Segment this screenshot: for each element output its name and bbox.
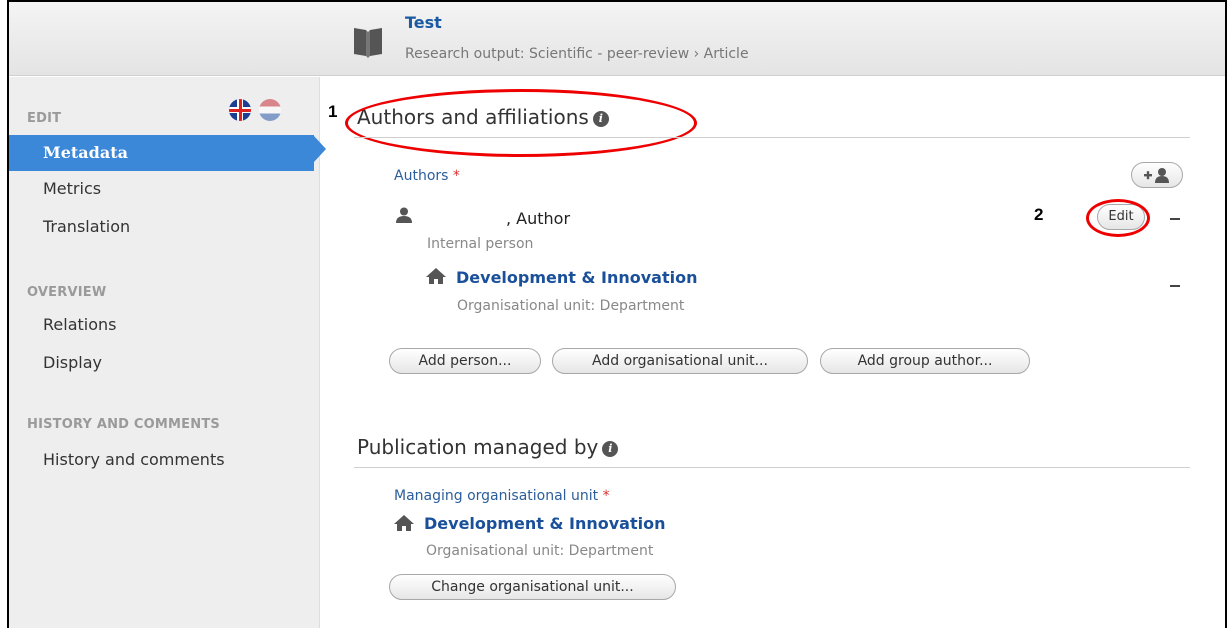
add-group-author-button[interactable]: Add group author... bbox=[820, 348, 1030, 374]
change-org-unit-button[interactable]: Change organisational unit... bbox=[389, 574, 676, 600]
annotation-marker-2: 2 bbox=[1034, 205, 1044, 224]
home-icon bbox=[394, 515, 414, 531]
remove-affiliation-button[interactable] bbox=[1170, 285, 1180, 287]
sidebar-item-history-comments[interactable]: History and comments bbox=[9, 442, 314, 478]
active-indicator bbox=[314, 136, 326, 162]
sidebar-section-overview: OVERVIEW bbox=[27, 285, 107, 300]
authors-label: Authors * bbox=[394, 168, 460, 184]
book-icon bbox=[354, 28, 382, 58]
person-icon bbox=[396, 207, 412, 223]
home-icon bbox=[426, 268, 446, 284]
required-marker: * bbox=[452, 168, 460, 184]
app-window: Test Research output: Scientific - peer-… bbox=[7, 0, 1227, 628]
managing-org-label: Managing organisational unit * bbox=[394, 488, 610, 504]
flag-uk-icon[interactable] bbox=[229, 99, 251, 121]
add-org-unit-button[interactable]: Add organisational unit... bbox=[552, 348, 808, 374]
language-switcher bbox=[229, 99, 284, 121]
sidebar-item-display[interactable]: Display bbox=[9, 345, 314, 381]
section-divider bbox=[354, 467, 1190, 468]
section-title-managed: Publication managed by i bbox=[357, 435, 619, 459]
sidebar-section-history: HISTORY AND COMMENTS bbox=[27, 417, 220, 432]
highlight-ellipse-2 bbox=[1086, 199, 1150, 237]
author-type: Internal person bbox=[427, 236, 534, 252]
add-person-button[interactable]: Add person... bbox=[389, 348, 541, 374]
sidebar: EDIT Metadata Metrics Translation OVERVI… bbox=[9, 77, 326, 628]
remove-author-button[interactable] bbox=[1170, 218, 1180, 220]
content-type-breadcrumb: Research output: Scientific - peer-revie… bbox=[405, 46, 749, 62]
highlight-ellipse-1 bbox=[345, 89, 697, 157]
sidebar-item-translation[interactable]: Translation bbox=[9, 209, 314, 245]
affiliation-type: Organisational unit: Department bbox=[457, 298, 685, 314]
content-title[interactable]: Test bbox=[405, 13, 442, 32]
section-divider bbox=[354, 137, 1190, 138]
sidebar-item-relations[interactable]: Relations bbox=[9, 307, 314, 343]
managing-org-link[interactable]: Development & Innovation bbox=[424, 514, 665, 533]
flag-nl-icon[interactable] bbox=[259, 99, 282, 121]
section-title-managed-text: Publication managed by bbox=[357, 435, 599, 459]
sidebar-section-edit: EDIT bbox=[27, 111, 62, 126]
managing-org-type: Organisational unit: Department bbox=[426, 543, 654, 559]
add-person-icon bbox=[1144, 168, 1169, 183]
annotation-marker-1: 1 bbox=[328, 102, 338, 121]
content-header: Test Research output: Scientific - peer-… bbox=[9, 2, 1225, 76]
sidebar-item-metrics[interactable]: Metrics bbox=[9, 171, 314, 207]
author-name[interactable]: , Author bbox=[506, 209, 570, 228]
required-marker: * bbox=[602, 488, 610, 504]
sidebar-item-metadata[interactable]: Metadata bbox=[9, 135, 314, 171]
add-author-button[interactable] bbox=[1131, 162, 1183, 188]
info-icon[interactable]: i bbox=[602, 440, 619, 457]
affiliation-link[interactable]: Development & Innovation bbox=[456, 268, 697, 287]
